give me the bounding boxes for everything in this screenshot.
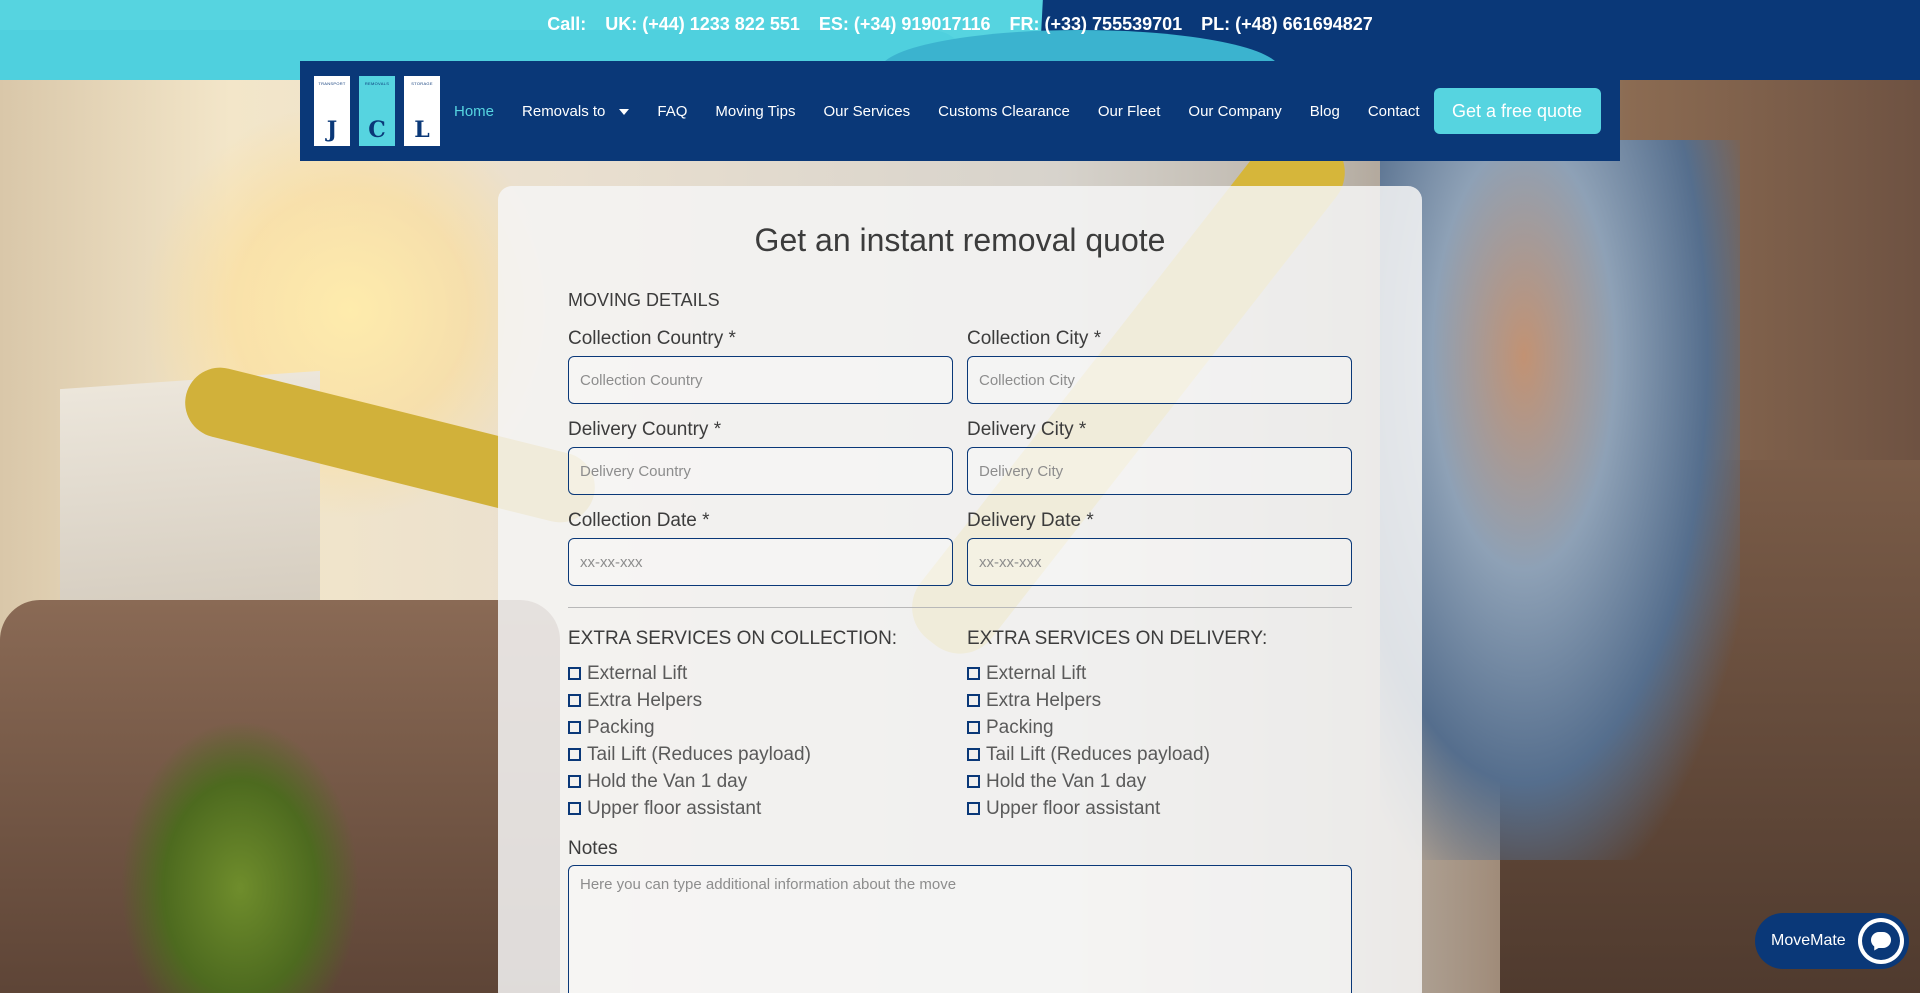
collection-city-group: Collection City * Collection City [967, 328, 1352, 404]
form-title: Get an instant removal quote [754, 222, 1166, 258]
nav-item-blog[interactable]: Blog [1310, 103, 1340, 120]
main-navigation: TRANSPORT J REMOVALS C STORAGE L Home Re… [300, 61, 1620, 161]
delivery-date-label: Delivery Date * [967, 510, 1094, 531]
chat-bubble-icon[interactable] [1858, 918, 1904, 964]
collection-date-input[interactable]: xx-xx-xxx [568, 538, 953, 586]
logo-tile-j: TRANSPORT J [314, 76, 350, 146]
jcl-logo[interactable]: TRANSPORT J REMOVALS C STORAGE L [314, 76, 440, 146]
checkbox[interactable] [967, 694, 980, 707]
collection-date-group: Collection Date * xx-xx-xxx [568, 510, 953, 586]
collection-option-tail-lift[interactable]: Tail Lift (Reduces payload) [568, 741, 958, 768]
logo-tile-c: REMOVALS C [359, 76, 395, 146]
extras-collection-heading: EXTRA SERVICES ON COLLECTION: [568, 628, 898, 649]
phone-uk[interactable]: UK: (+44) 1233 822 551 [605, 14, 800, 34]
collection-country-group: Collection Country * Collection Country [568, 328, 953, 404]
nav-menu: Home Removals to FAQ Moving Tips Our Ser… [454, 103, 1448, 120]
delivery-country-input[interactable]: Delivery Country [568, 447, 953, 495]
notes-textarea[interactable]: Here you can type additional information… [568, 865, 1352, 993]
call-line: Call: UK: (+44) 1233 822 551 ES: (+34) 9… [0, 14, 1920, 35]
quote-form-card: Get an instant removal quote MOVING DETA… [498, 186, 1422, 993]
collection-option-hold-van[interactable]: Hold the Van 1 day [568, 768, 958, 795]
checkbox[interactable] [568, 802, 581, 815]
delivery-option-packing[interactable]: Packing [967, 714, 1357, 741]
checkbox[interactable] [967, 748, 980, 761]
collection-option-external-lift[interactable]: External Lift [568, 660, 958, 687]
delivery-country-label: Delivery Country * [568, 419, 722, 440]
chat-label: MoveMate [1771, 932, 1846, 949]
collection-option-upper-floor[interactable]: Upper floor assistant [568, 795, 958, 822]
nav-item-customs-clearance[interactable]: Customs Clearance [938, 103, 1070, 120]
checkbox[interactable] [967, 775, 980, 788]
checkbox[interactable] [967, 721, 980, 734]
checkbox[interactable] [967, 802, 980, 815]
phone-fr[interactable]: FR: (+33) 755539701 [1010, 14, 1183, 34]
nav-item-removals-to-label: Removals to [522, 102, 606, 120]
extras-delivery-heading: EXTRA SERVICES ON DELIVERY: [967, 628, 1268, 649]
extras-collection: EXTRA SERVICES ON COLLECTION: External L… [568, 628, 958, 822]
collection-option-extra-helpers[interactable]: Extra Helpers [568, 687, 958, 714]
collection-country-input[interactable]: Collection Country [568, 356, 953, 404]
logo-tile-l: STORAGE L [404, 76, 440, 146]
nav-item-faq[interactable]: FAQ [657, 103, 687, 120]
collection-city-label: Collection City * [967, 328, 1102, 349]
delivery-option-hold-van[interactable]: Hold the Van 1 day [967, 768, 1357, 795]
nav-item-our-fleet[interactable]: Our Fleet [1098, 103, 1161, 120]
checkbox[interactable] [568, 721, 581, 734]
delivery-option-external-lift[interactable]: External Lift [967, 660, 1357, 687]
checkbox[interactable] [568, 775, 581, 788]
phone-es[interactable]: ES: (+34) 919017116 [819, 14, 991, 34]
nav-item-our-services[interactable]: Our Services [823, 103, 910, 120]
delivery-country-group: Delivery Country * Delivery Country [568, 419, 953, 495]
checkbox[interactable] [568, 694, 581, 707]
checkbox[interactable] [568, 667, 581, 680]
nav-item-moving-tips[interactable]: Moving Tips [715, 103, 795, 120]
collection-option-packing[interactable]: Packing [568, 714, 958, 741]
checkbox[interactable] [967, 667, 980, 680]
delivery-option-upper-floor[interactable]: Upper floor assistant [967, 795, 1357, 822]
section-moving-details: MOVING DETAILS [568, 290, 720, 310]
delivery-option-extra-helpers[interactable]: Extra Helpers [967, 687, 1357, 714]
movemate-chat-widget[interactable]: MoveMate [1755, 913, 1909, 969]
collection-country-label: Collection Country * [568, 328, 736, 349]
collection-date-label: Collection Date * [568, 510, 710, 531]
checkbox[interactable] [568, 748, 581, 761]
nav-item-contact[interactable]: Contact [1368, 103, 1420, 120]
nav-item-removals-to[interactable]: Removals to [522, 102, 630, 120]
collection-city-input[interactable]: Collection City [967, 356, 1352, 404]
caret-down-icon [619, 108, 630, 115]
delivery-city-group: Delivery City * Delivery City [967, 419, 1352, 495]
delivery-city-input[interactable]: Delivery City [967, 447, 1352, 495]
call-label: Call: [547, 14, 587, 34]
delivery-city-label: Delivery City * [967, 419, 1087, 440]
delivery-date-input[interactable]: xx-xx-xxx [967, 538, 1352, 586]
notes-label: Notes [568, 838, 618, 859]
form-divider [568, 607, 1352, 608]
phone-pl[interactable]: PL: (+48) 661694827 [1201, 14, 1373, 34]
nav-item-our-company[interactable]: Our Company [1188, 103, 1281, 120]
nav-item-home[interactable]: Home [454, 103, 494, 120]
extras-delivery: EXTRA SERVICES ON DELIVERY: External Lif… [967, 628, 1357, 822]
get-free-quote-button[interactable]: Get a free quote [1433, 88, 1601, 134]
delivery-option-tail-lift[interactable]: Tail Lift (Reduces payload) [967, 741, 1357, 768]
delivery-date-group: Delivery Date * xx-xx-xxx [967, 510, 1352, 586]
